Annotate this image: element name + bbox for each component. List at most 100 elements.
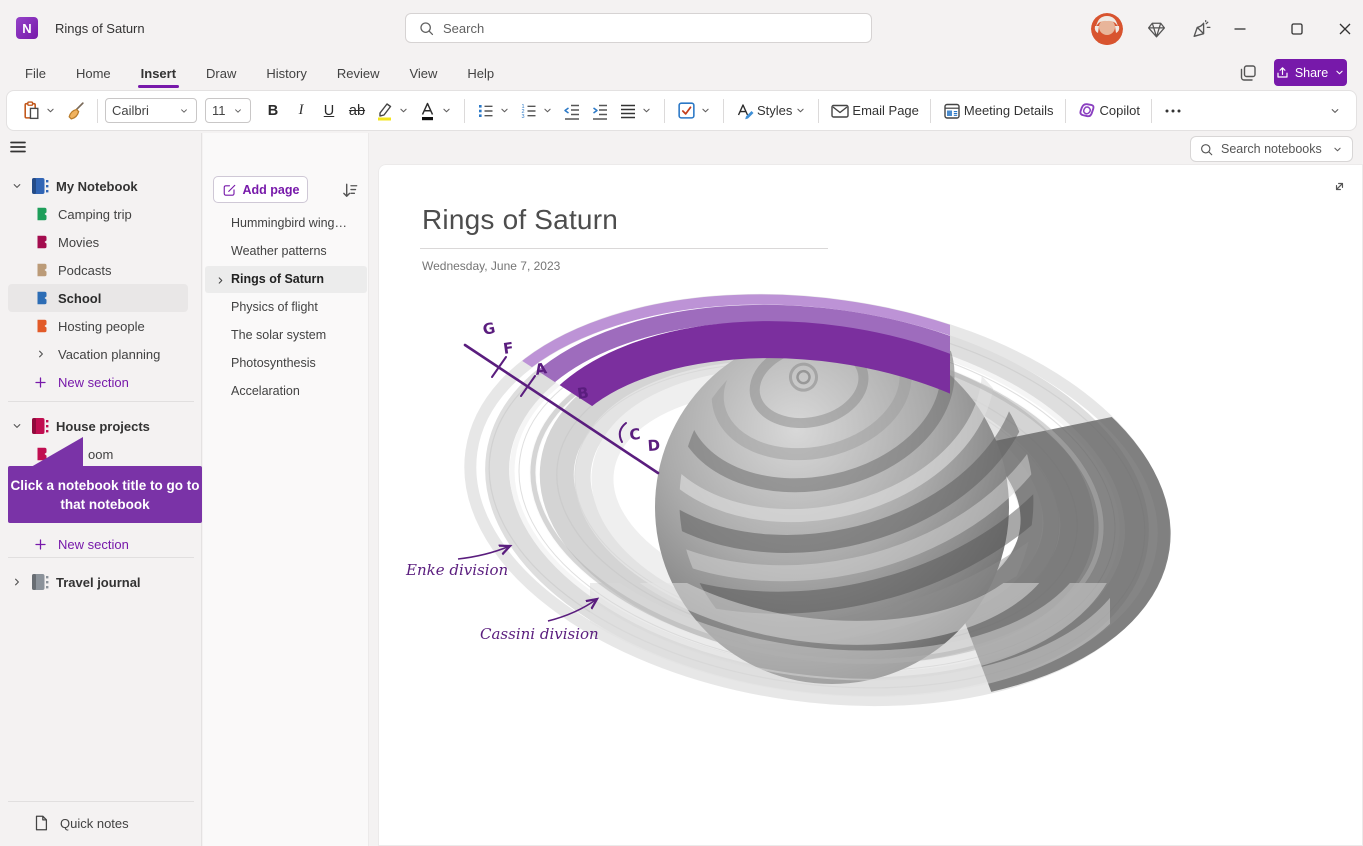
todo-checkbox-icon [676, 100, 697, 121]
underline-button[interactable]: U [315, 96, 343, 126]
menu-tab-history[interactable]: History [251, 57, 321, 89]
font-color-button[interactable] [414, 96, 457, 126]
section-school[interactable]: School [8, 284, 188, 312]
expand-page-button[interactable] [1331, 178, 1348, 195]
page-item[interactable]: Accelaration [205, 378, 367, 405]
alignment-button[interactable] [614, 96, 657, 126]
ribbon-divider [664, 99, 665, 123]
ribbon-overflow-button[interactable] [1159, 96, 1187, 126]
section-group-vacation-planning[interactable]: Vacation planning [8, 340, 188, 368]
calendar-icon [942, 101, 962, 121]
search-notebooks-input[interactable]: Search notebooks [1190, 136, 1353, 162]
styles-button[interactable]: Styles [731, 96, 811, 126]
menu-tab-view[interactable]: View [394, 57, 452, 89]
menu-tab-help[interactable]: Help [452, 57, 509, 89]
whats-new-icon[interactable] [1191, 19, 1212, 40]
new-section-button[interactable]: New section [8, 368, 188, 396]
saturn-figure[interactable]: G F A B C D Enke division Cassini divisi… [390, 283, 1190, 733]
copilot-button[interactable]: Copilot [1073, 96, 1144, 126]
page-item[interactable]: Physics of flight [205, 294, 367, 321]
ribbon-divider [1065, 99, 1066, 123]
chevron-down-icon [1328, 104, 1342, 118]
chevron-down-icon [232, 105, 244, 117]
share-button[interactable]: Share [1274, 59, 1347, 86]
envelope-icon [830, 101, 850, 121]
email-page-button[interactable]: Email Page [826, 96, 922, 126]
page-title[interactable]: Rings of Saturn [422, 204, 618, 236]
chevron-down-icon [498, 104, 511, 117]
section-hosting-people[interactable]: Hosting people [8, 312, 188, 340]
menu-tab-file[interactable]: File [10, 57, 61, 89]
increase-indent-button[interactable] [586, 96, 614, 126]
chevron-down-icon [541, 104, 554, 117]
menu-tab-draw[interactable]: Draw [191, 57, 251, 89]
ring-label-d: D [647, 436, 661, 455]
ribbon-divider [97, 99, 98, 123]
ribbon-divider [930, 99, 931, 123]
chevron-down-icon [640, 104, 653, 117]
collapse-ribbon-button[interactable] [1324, 96, 1346, 126]
new-section-button[interactable]: New section [8, 530, 188, 558]
font-name-select[interactable]: Cailbri [105, 98, 197, 123]
section-camping-trip[interactable]: Camping trip [8, 200, 188, 228]
chevron-down-icon [397, 104, 410, 117]
avatar[interactable] [1091, 13, 1123, 45]
meeting-details-button[interactable]: Meeting Details [938, 96, 1058, 126]
chevron-down-icon [1333, 66, 1346, 79]
numbered-list-button[interactable]: 1 2 3 [515, 96, 558, 126]
menu-tab-review[interactable]: Review [322, 57, 395, 89]
ribbon-divider [1151, 99, 1152, 123]
ellipsis-icon [1163, 101, 1183, 121]
ribbon-divider [818, 99, 819, 123]
menu-bar: File Home Insert Draw History Review Vie… [0, 56, 1363, 90]
section-podcasts[interactable]: Podcasts [8, 256, 188, 284]
bullet-list-button[interactable] [472, 96, 515, 126]
hamburger-menu-button[interactable] [8, 137, 28, 157]
title-bar: N Rings of Saturn Search [0, 0, 1363, 56]
strikethrough-button[interactable]: ab [343, 96, 371, 126]
notebook-house-projects[interactable]: House projects [0, 412, 202, 440]
menu-tab-home[interactable]: Home [61, 57, 126, 89]
highlighter-icon [375, 101, 395, 121]
font-size-select[interactable]: 11 [205, 98, 251, 123]
premium-diamond-icon[interactable] [1146, 19, 1167, 40]
add-page-button[interactable]: Add page [213, 176, 308, 203]
notebook-icon [29, 416, 51, 436]
chevron-down-icon [699, 104, 712, 117]
paste-button[interactable] [17, 96, 61, 126]
ring-label-c: C [629, 425, 642, 444]
sort-pages-button[interactable] [341, 181, 360, 200]
side-by-side-icon[interactable] [1238, 63, 1258, 83]
chevron-down-icon [1331, 143, 1344, 156]
page-item[interactable]: The solar system [205, 322, 367, 349]
todo-tag-button[interactable] [672, 96, 716, 126]
hamburger-icon [8, 137, 28, 157]
italic-button[interactable]: I [287, 96, 315, 126]
minimize-button[interactable] [1226, 16, 1254, 42]
close-button[interactable] [1331, 16, 1359, 42]
decrease-indent-button[interactable] [558, 96, 586, 126]
quick-notes-button[interactable]: Quick notes [0, 809, 202, 837]
notebook-icon [29, 572, 51, 592]
sidebar-divider [8, 401, 194, 402]
menu-tab-insert[interactable]: Insert [126, 57, 191, 89]
section-movies[interactable]: Movies [8, 228, 188, 256]
section-tab-icon [33, 289, 51, 307]
page-item[interactable]: Hummingbird wing… [205, 210, 367, 237]
page-icon [32, 814, 50, 832]
tooltip-pointer [31, 437, 83, 467]
ring-label-g: G [481, 319, 497, 339]
section-tab-icon [33, 317, 51, 335]
format-painter-button[interactable] [61, 96, 90, 126]
bold-button[interactable]: B [259, 96, 287, 126]
maximize-button[interactable] [1283, 16, 1311, 42]
page-date: Wednesday, June 7, 2023 [422, 259, 560, 273]
notebook-my-notebook[interactable]: My Notebook [0, 172, 202, 200]
notebook-travel-journal[interactable]: Travel journal [0, 568, 202, 596]
page-item[interactable]: Weather patterns [205, 238, 367, 265]
notebook-tooltip: Click a notebook title to go to that not… [8, 466, 202, 523]
page-item[interactable]: Photosynthesis [205, 350, 367, 377]
global-search-input[interactable]: Search [405, 13, 872, 43]
highlighter-button[interactable] [371, 96, 414, 126]
page-item-active[interactable]: Rings of Saturn [205, 266, 367, 293]
